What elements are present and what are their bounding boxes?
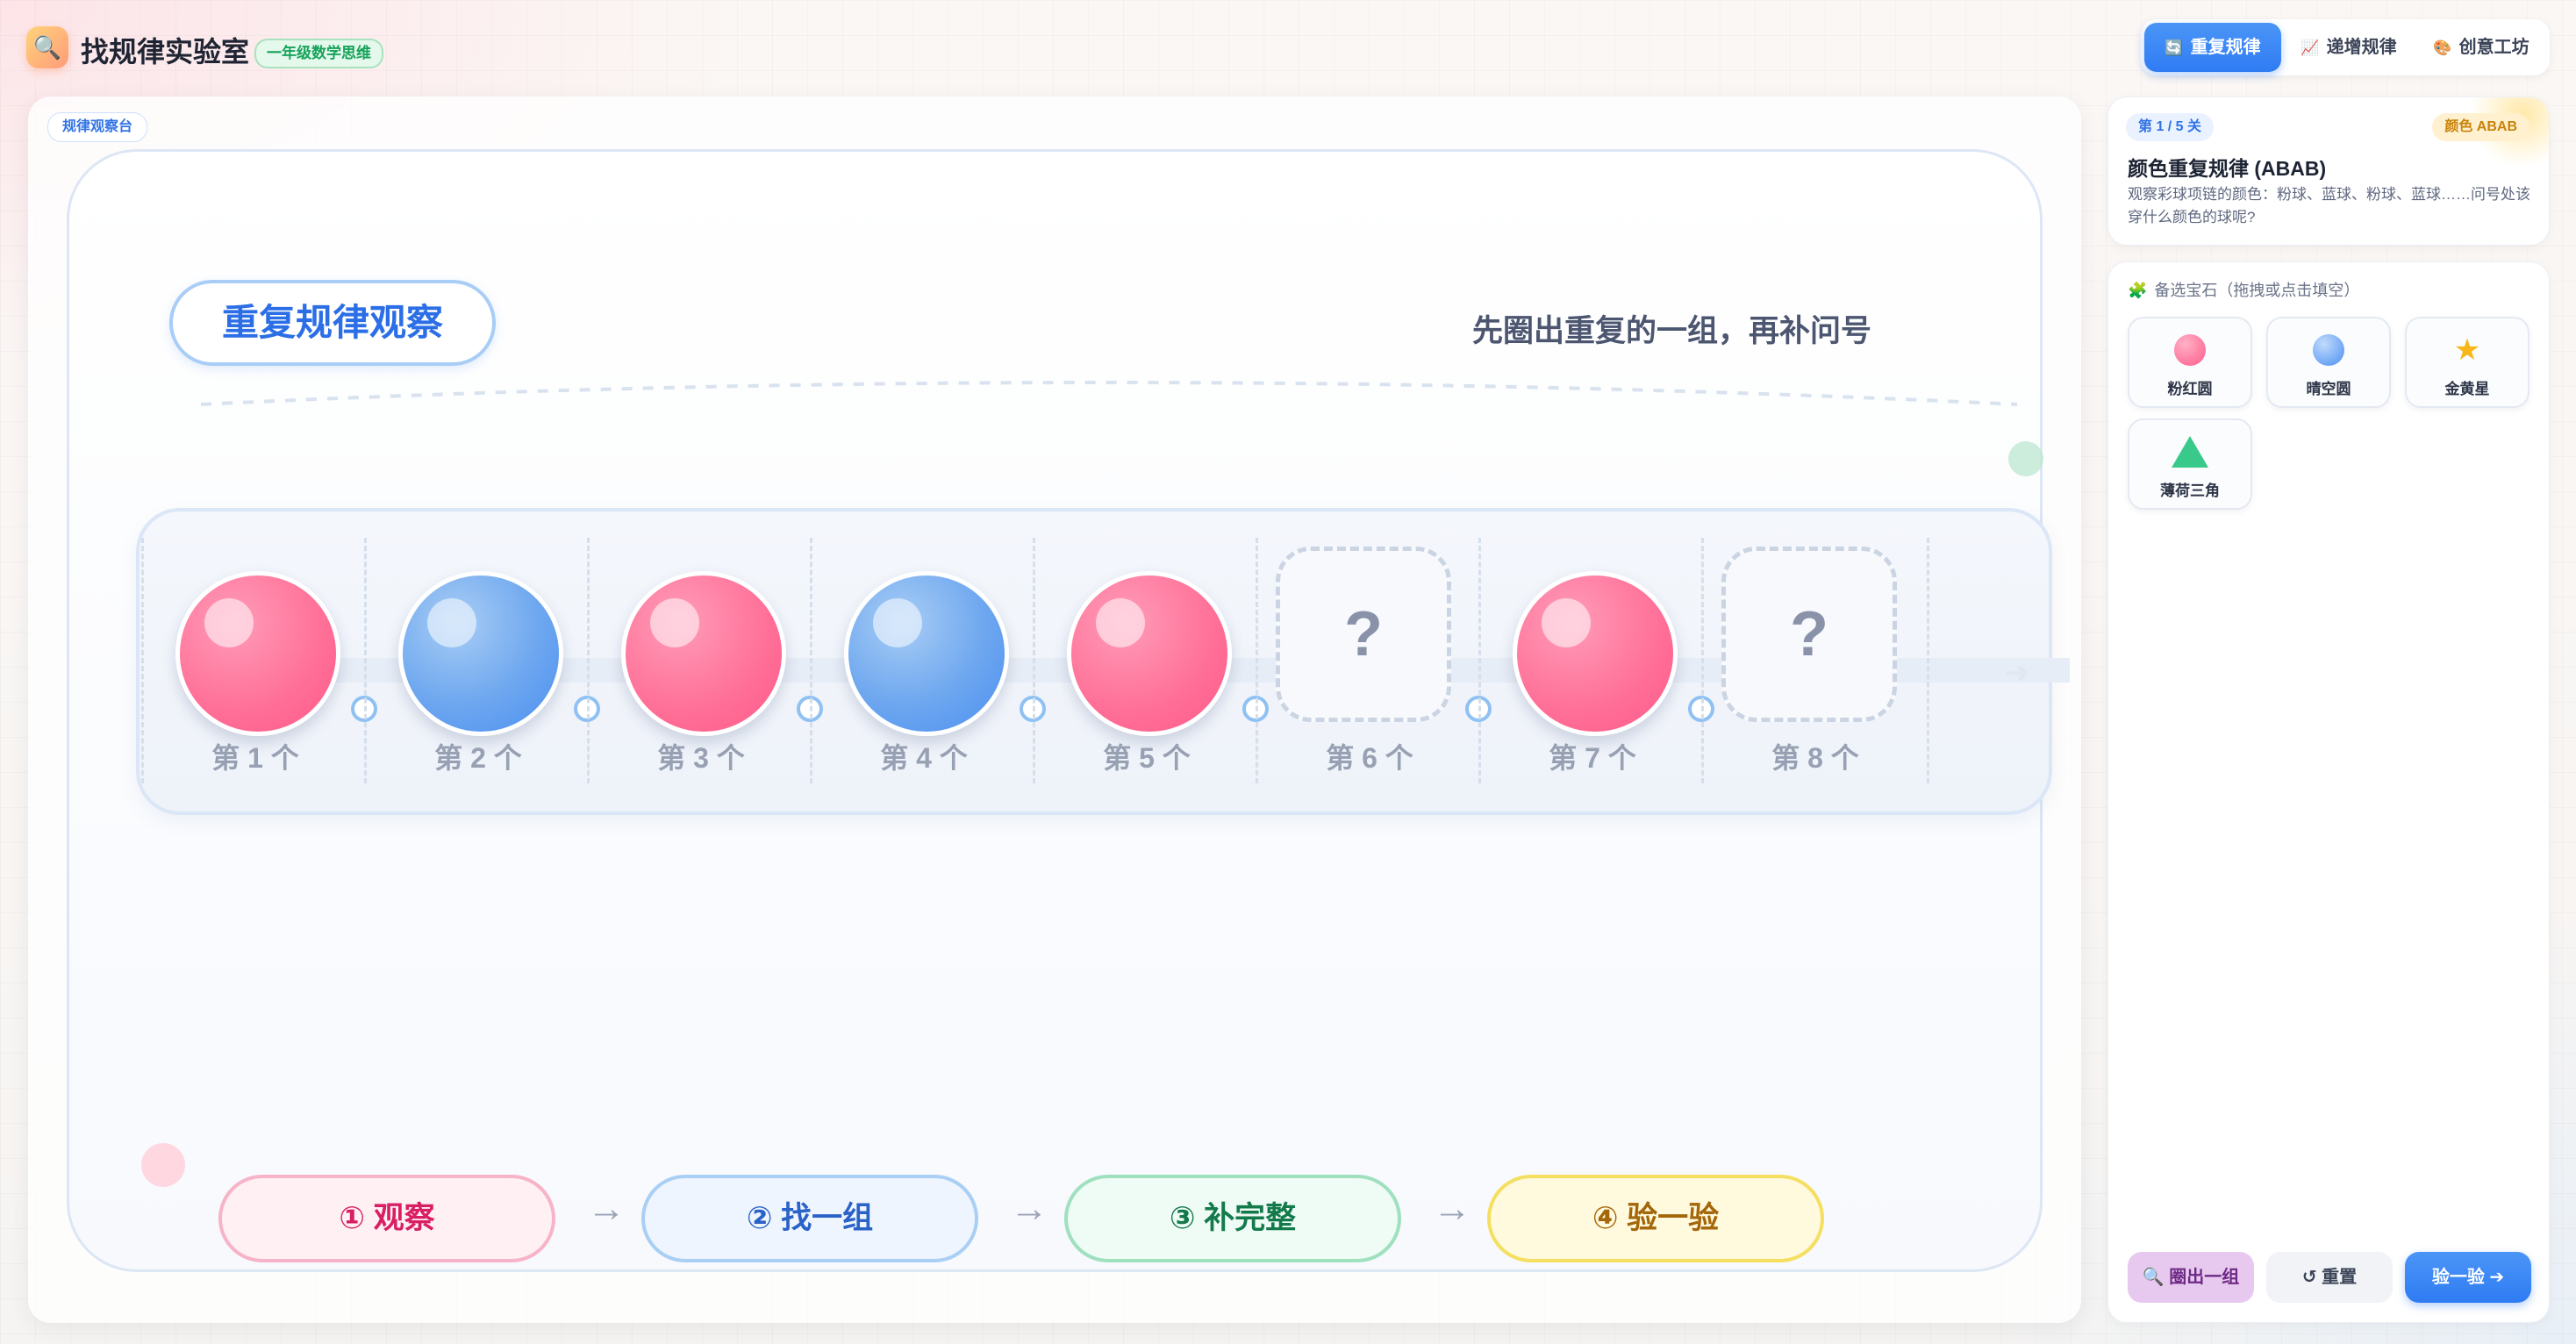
sequence-slot-8[interactable]: ? 第 8 个 — [1701, 538, 1929, 783]
slot-position-label: 第 7 个 — [1549, 742, 1636, 774]
gem-label: 薄荷三角 — [2160, 483, 2220, 499]
slot-position-label: 第 4 个 — [880, 742, 968, 774]
string-end-arrow-icon: ➜ — [2005, 656, 2030, 690]
board-hint: 先圈出重复的一组，再补问号 — [1471, 314, 1871, 348]
level-info-card: 第 1 / 5 关 颜色 ABAB 颜色重复规律 (ABAB) 观察彩球项链的颜… — [2107, 97, 2550, 246]
stage-tag: 规律观察台 — [47, 112, 148, 142]
decorative-dot — [2008, 441, 2043, 476]
pink-ball-icon — [2174, 334, 2206, 366]
pink-ball[interactable] — [1513, 571, 1678, 736]
arrow-right-icon: → — [1433, 1187, 1471, 1230]
sequence-slot-4: 第 4 个 — [810, 538, 1035, 783]
chart-icon: 📈 — [2301, 39, 2320, 56]
step-verify: ④ 验一验 — [1487, 1175, 1824, 1262]
tab-label: 创意工坊 — [2458, 38, 2529, 57]
empty-slot-question[interactable]: ? — [1721, 547, 1897, 722]
step-observe: ① 观察 — [218, 1175, 555, 1262]
star-icon: ★ — [2453, 333, 2481, 367]
slot-position-label: 第 1 个 — [211, 742, 299, 774]
ball-highlight — [1542, 598, 1591, 647]
pink-ball[interactable] — [175, 571, 340, 736]
check-button[interactable]: 验一验 ➔ — [2405, 1252, 2531, 1303]
puzzle-icon: 🧩 — [2128, 282, 2148, 299]
gem-blue-circle[interactable]: 晴空圆 — [2266, 317, 2391, 408]
blue-ball-icon — [2313, 334, 2344, 366]
palette-icon: 🎨 — [2433, 39, 2452, 56]
sequence-slot-6[interactable]: ? 第 6 个 — [1256, 538, 1481, 783]
gem-pink-circle[interactable]: 粉红圆 — [2128, 317, 2252, 408]
gem-label: 粉红圆 — [2167, 381, 2213, 397]
level-description: 观察彩球项链的颜色：粉球、蓝球、粉球、蓝球……问号处该穿什么颜色的球呢? — [2128, 186, 2530, 225]
app-title: 找规律实验室 — [81, 36, 250, 68]
pink-ball[interactable] — [1067, 571, 1232, 736]
slot-position-label: 第 5 个 — [1103, 742, 1191, 774]
tab-repeat-pattern[interactable]: 🔄 重复规律 — [2144, 23, 2281, 72]
pattern-stage: 规律观察台 重复规律观察 先圈出重复的一组，再补问号 ➜ ① 观察 → ② 找一… — [28, 97, 2081, 1323]
pink-ball[interactable] — [621, 571, 786, 736]
blue-ball[interactable] — [844, 571, 1009, 736]
gem-palette-panel: 🧩 备选宝石（拖拽或点击填空） 粉红圆 晴空圆 ★ 金黄星 薄荷三角 🔍 圈出一组… — [2107, 261, 2550, 1323]
ball-highlight — [650, 598, 699, 647]
slot-position-label: 第 6 个 — [1326, 742, 1413, 774]
gem-heading-text: 备选宝石（拖拽或点击填空） — [2154, 282, 2360, 299]
repeat-icon: 🔄 — [2165, 39, 2184, 56]
step-find-group: ② 找一组 — [641, 1175, 978, 1262]
magnifier-icon: 🔍 — [32, 33, 62, 61]
sequence-slot-5: 第 5 个 — [1033, 538, 1258, 783]
slot-position-label: 第 3 个 — [657, 742, 745, 774]
gem-mint-triangle[interactable]: 薄荷三角 — [2128, 418, 2252, 510]
slot-position-label: 第 8 个 — [1771, 742, 1859, 774]
app-logo-magnifier-icon: 🔍 — [26, 26, 68, 68]
tab-label: 递增规律 — [2326, 38, 2397, 57]
gem-label: 金黄星 — [2444, 381, 2490, 397]
circle-group-button[interactable]: 🔍 圈出一组 — [2128, 1252, 2254, 1303]
sequence-slot-3: 第 3 个 — [587, 538, 812, 783]
gem-gold-star[interactable]: ★ 金黄星 — [2405, 317, 2529, 408]
sequence-slot-7: 第 7 个 — [1478, 538, 1704, 783]
blue-ball[interactable] — [398, 571, 563, 736]
level-progress-badge: 第 1 / 5 关 — [2126, 113, 2215, 141]
sequence-slot-2: 第 2 个 — [364, 538, 590, 783]
sequence-slot-1: 第 1 个 — [141, 538, 367, 783]
grade-badge: 一年级数学思维 — [254, 39, 383, 68]
gem-heading: 🧩 备选宝石（拖拽或点击填空） — [2128, 278, 2359, 301]
level-title: 颜色重复规律 (ABAB) — [2128, 157, 2327, 180]
arrow-right-icon: → — [587, 1187, 626, 1230]
step-complete: ③ 补完整 — [1064, 1175, 1401, 1262]
triangle-icon — [2172, 436, 2208, 468]
ball-highlight — [873, 598, 922, 647]
pattern-type-badge: 颜色 ABAB — [2432, 113, 2529, 141]
reset-button[interactable]: ↺ 重置 — [2266, 1252, 2393, 1303]
tab-label: 重复规律 — [2190, 38, 2261, 57]
observation-board: 重复规律观察 先圈出重复的一组，再补问号 ➜ ① 观察 → ② 找一组 → ③ … — [67, 149, 2070, 1272]
board-title: 重复规律观察 — [169, 280, 496, 366]
ball-highlight — [427, 598, 476, 647]
tab-creative-workshop[interactable]: 🎨 创意工坊 — [2416, 23, 2546, 72]
gem-label: 晴空圆 — [2306, 381, 2351, 397]
ball-highlight — [204, 598, 254, 647]
arrow-right-icon: → — [1010, 1187, 1048, 1230]
ball-highlight — [1096, 598, 1145, 647]
dashed-arc-decoration — [201, 381, 2017, 406]
slot-position-label: 第 2 个 — [434, 742, 522, 774]
tab-increasing-pattern[interactable]: 📈 递增规律 — [2283, 23, 2415, 72]
empty-slot-question[interactable]: ? — [1276, 547, 1451, 722]
mode-tabs: 🔄 重复规律 📈 递增规律 🎨 创意工坊 — [2141, 19, 2550, 75]
decorative-dot — [141, 1143, 185, 1187]
